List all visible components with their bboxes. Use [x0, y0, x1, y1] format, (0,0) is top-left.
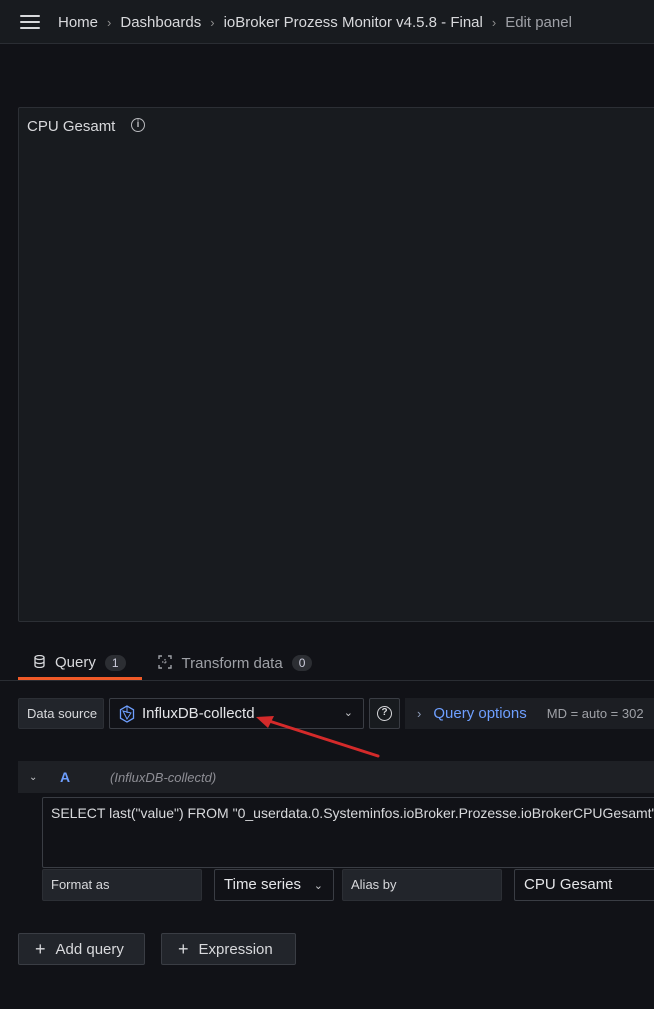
panel-title: CPU Gesamt	[27, 118, 116, 135]
tab-transform-label: Transform data	[181, 654, 283, 672]
datasource-value: InfluxDB-collectd	[142, 705, 255, 722]
format-as-label: Format as	[42, 869, 202, 901]
plus-icon: +	[35, 939, 46, 959]
query-row-header: ⌄ A (InfluxDB-collectd)	[18, 761, 654, 793]
chevron-right-icon: ›	[417, 706, 422, 721]
info-icon[interactable]: i	[131, 118, 145, 132]
query-options-summary: MD = auto = 302	[546, 706, 644, 721]
alias-by-input[interactable]: CPU Gesamt	[514, 869, 654, 901]
query-options-toggle[interactable]: › Query options MD = auto = 302	[405, 698, 654, 729]
add-query-button[interactable]: + Add query	[18, 933, 145, 965]
editor-tabs: Query 1 Transform data 0	[18, 648, 328, 680]
transform-icon	[157, 654, 172, 672]
plus-icon: +	[178, 939, 189, 959]
query-datasource-hint: (InfluxDB-collectd)	[110, 769, 217, 785]
chevron-down-icon: ⌄	[313, 880, 323, 892]
query-name[interactable]: A	[60, 769, 100, 785]
top-navbar: Home › Dashboards › ioBroker Prozess Mon…	[0, 0, 654, 44]
chevron-right-icon: ›	[107, 15, 112, 30]
datasource-label: Data source	[18, 698, 104, 729]
tab-query[interactable]: Query 1	[18, 648, 142, 680]
influxdb-icon	[119, 704, 135, 723]
breadcrumb: Home › Dashboards › ioBroker Prozess Mon…	[58, 14, 572, 31]
database-icon	[34, 654, 45, 671]
chevron-right-icon: ›	[491, 15, 497, 30]
format-as-select[interactable]: Time series ⌄	[214, 869, 334, 901]
breadcrumb-dashboard[interactable]: ioBroker Prozess Monitor v4.5.8 - Final	[224, 14, 483, 31]
tab-divider	[0, 680, 654, 681]
format-as-value: Time series	[224, 876, 301, 893]
alias-by-label: Alias by	[342, 869, 502, 901]
breadcrumb-home[interactable]: Home	[58, 14, 98, 31]
add-expression-button[interactable]: + Expression	[161, 933, 296, 965]
tab-query-label: Query	[55, 654, 96, 671]
tab-query-count: 1	[104, 654, 126, 671]
menu-icon[interactable]	[20, 15, 40, 29]
breadcrumb-dashboards[interactable]: Dashboards	[120, 14, 201, 31]
query-options-label: Query options	[433, 705, 527, 722]
annotation-arrow	[256, 716, 380, 758]
panel-preview: CPU Gesamt i	[18, 107, 654, 622]
tab-transform-count: 0	[291, 655, 313, 671]
query-editor[interactable]: SELECT last("value") FROM "0_userdata.0.…	[42, 797, 654, 868]
chevron-right-icon: ›	[210, 15, 215, 30]
chevron-down-icon[interactable]: ⌄	[29, 772, 41, 783]
tab-transform[interactable]: Transform data 0	[142, 648, 329, 678]
expression-label: Expression	[198, 940, 273, 958]
add-query-label: Add query	[55, 940, 124, 958]
breadcrumb-current: Edit panel	[505, 14, 572, 31]
